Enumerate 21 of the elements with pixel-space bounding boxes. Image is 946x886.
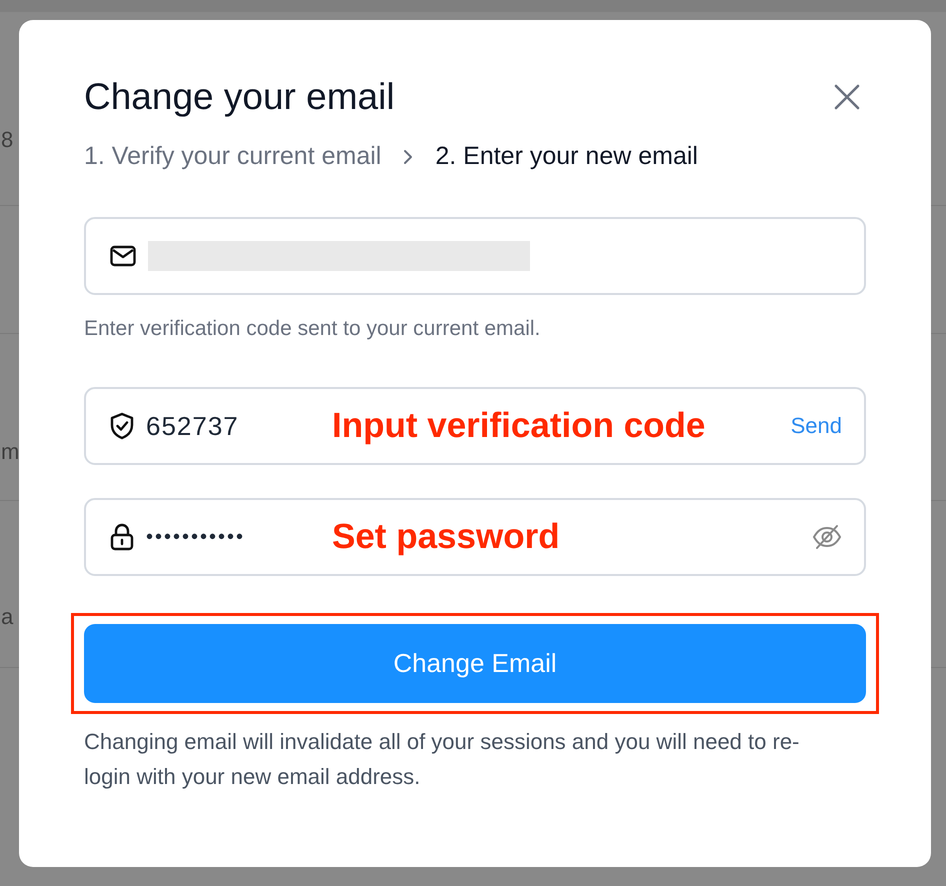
hint-text: Enter verification code sent to your current email. [84, 317, 542, 341]
eye-slash-icon[interactable] [812, 524, 842, 550]
step-label: 1. Verify your current email [84, 142, 382, 171]
row-text: m [1, 439, 20, 465]
dialog-title: Change your email [84, 76, 395, 118]
shield-check-icon [110, 412, 134, 440]
row-text: 8 [1, 126, 14, 152]
step-label: 2. Enter your new email [435, 142, 698, 171]
annotation-text: Input verification code [332, 406, 706, 446]
password-value: ••••••••••• [146, 526, 246, 548]
code-value: 652737 [146, 410, 240, 442]
note-text: Changing email will invalidate all of your sessions and you will need to re-login with your new email address. [84, 728, 800, 791]
mail-icon [110, 245, 136, 267]
annotation-text: Set password [332, 517, 561, 557]
password-field[interactable]: ••••••••••• Set password [84, 498, 866, 576]
close-icon[interactable] [834, 84, 860, 110]
lock-icon [110, 523, 134, 551]
chevron-icon [403, 148, 414, 164]
row-text: a [1, 604, 14, 630]
email-field[interactable] [84, 217, 866, 295]
code-field[interactable]: 652737 Input verification code Send [84, 387, 866, 465]
